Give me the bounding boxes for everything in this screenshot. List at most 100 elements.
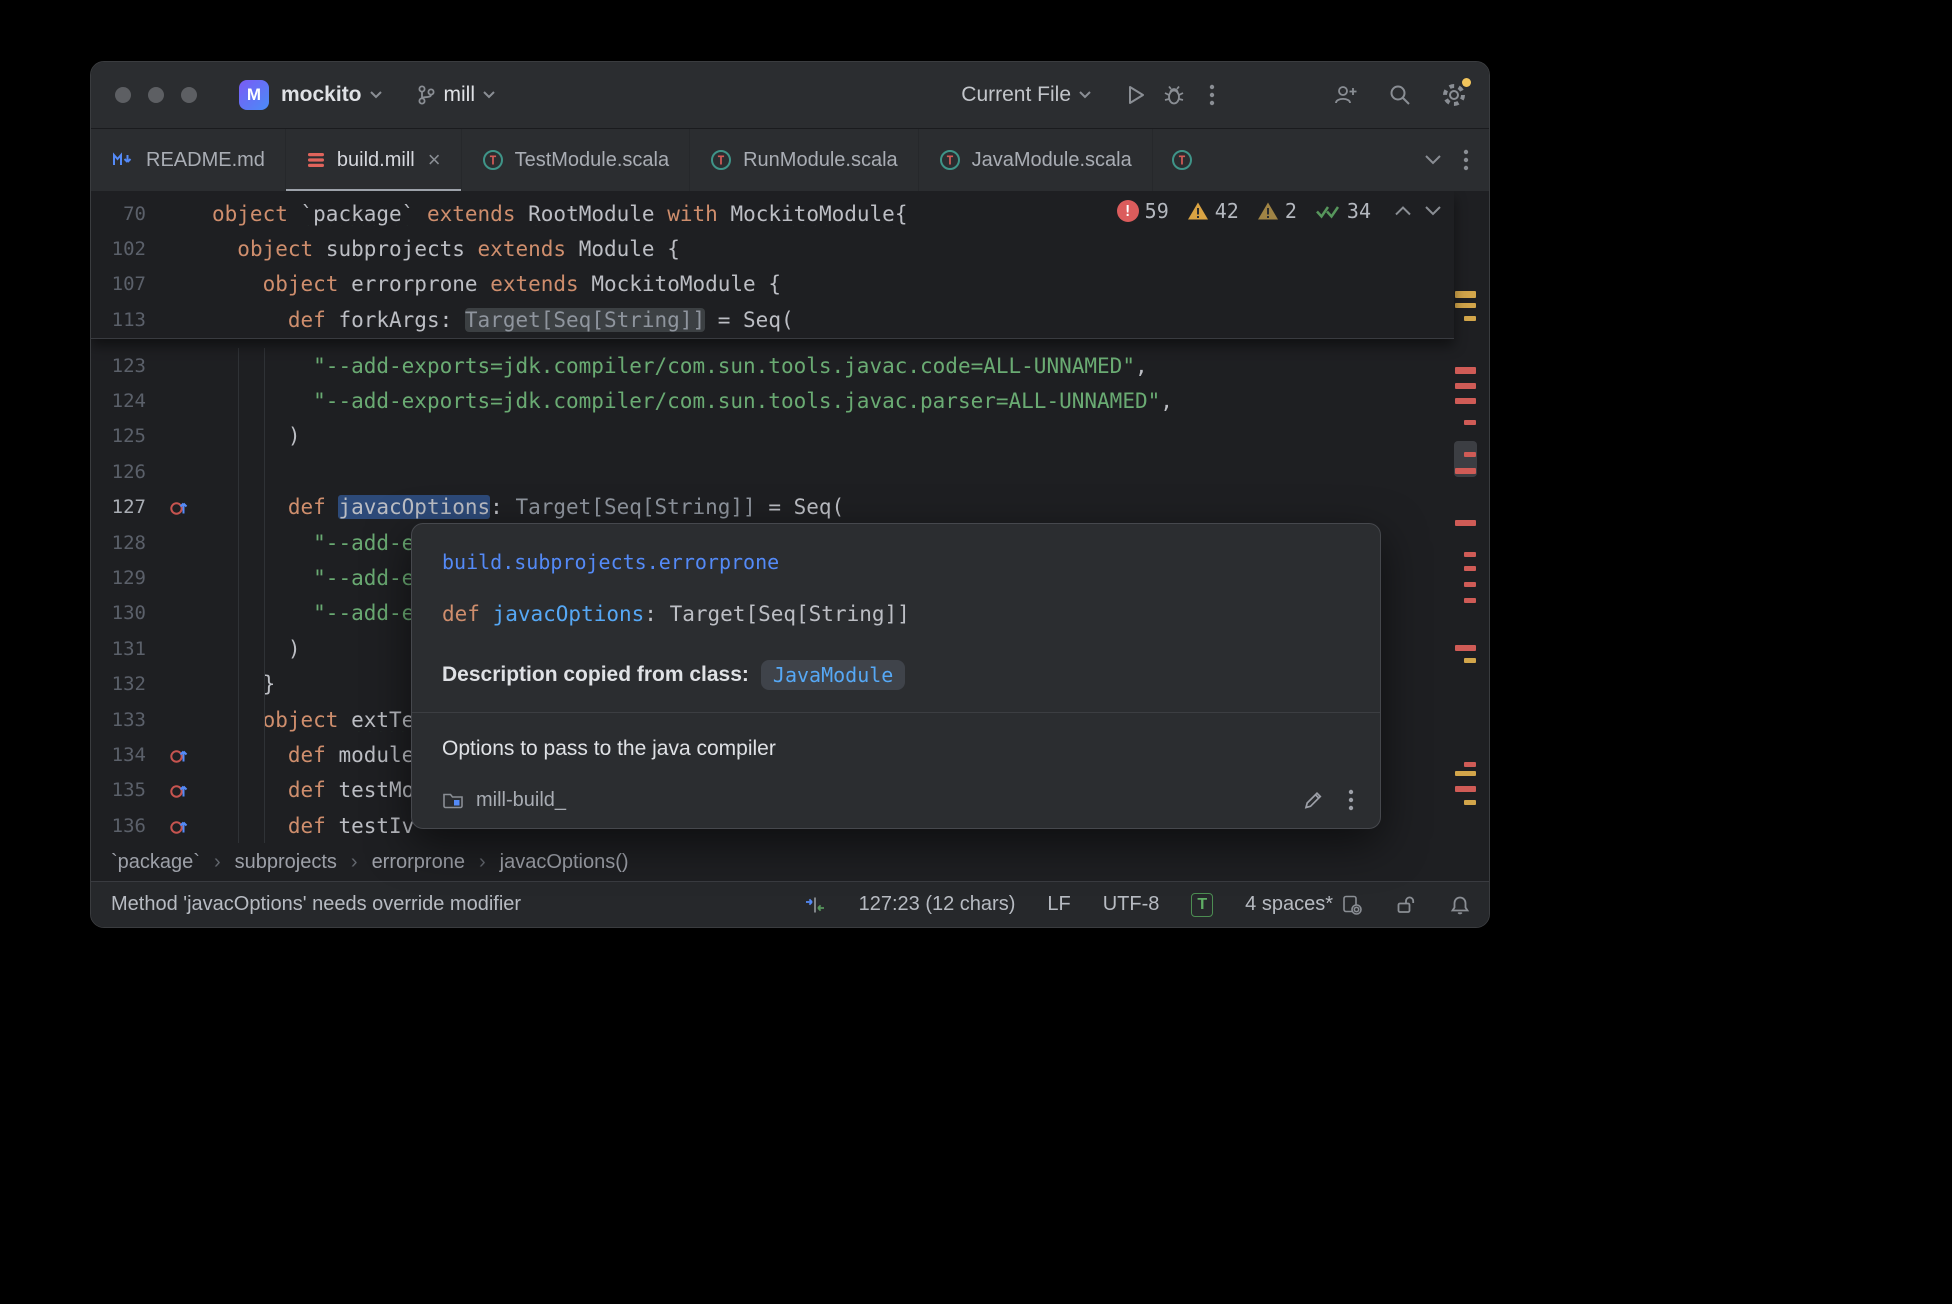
stripe-mark-red[interactable] — [1464, 762, 1476, 767]
override-gutter-icon[interactable] — [146, 497, 212, 517]
minimize-window-button[interactable] — [148, 87, 164, 103]
stripe-mark-red[interactable] — [1464, 566, 1476, 571]
override-gutter-icon[interactable] — [146, 745, 212, 765]
doc-class-badge[interactable]: JavaModule — [761, 660, 905, 690]
tab-options-kebab-icon[interactable] — [1463, 148, 1469, 172]
code-text: object subprojects extends Module { — [212, 237, 1454, 261]
edit-pencil-icon[interactable] — [1302, 789, 1324, 811]
stripe-mark-yellow[interactable] — [1455, 303, 1476, 308]
code-token: extends — [427, 202, 516, 226]
stripe-mark-yellow[interactable] — [1455, 771, 1476, 776]
project-chevron-down-icon[interactable] — [370, 91, 382, 99]
line-number: 107 — [91, 273, 146, 295]
code-token: = Seq( — [705, 308, 794, 332]
doc-divider — [412, 712, 1380, 713]
code-token: object — [237, 237, 326, 261]
stripe-mark-yellow[interactable] — [1464, 658, 1476, 663]
run-configuration-name: Current File — [961, 83, 1071, 107]
inspection-ok[interactable]: 34 — [1315, 199, 1371, 223]
indent-widget[interactable]: 4 spaces* — [1245, 893, 1363, 916]
debug-button[interactable] — [1155, 76, 1193, 114]
code-text: object errorprone extends MockitoModule … — [212, 272, 1454, 296]
tab-label: build.mill — [337, 149, 415, 172]
breadcrumb-item-errorprone[interactable]: errorprone — [372, 851, 465, 874]
tab-readme-md[interactable]: README.md — [91, 129, 286, 191]
caret-position-widget[interactable]: 127:23 (12 chars) — [859, 893, 1016, 916]
inspection-error[interactable]: !59 — [1117, 199, 1169, 223]
stripe-mark-yellow[interactable] — [1464, 800, 1476, 805]
inspection-warning[interactable]: 42 — [1187, 199, 1239, 223]
stripe-mark-red[interactable] — [1455, 786, 1476, 792]
project-avatar: M — [239, 80, 269, 110]
line-separator-widget[interactable]: LF — [1047, 893, 1070, 916]
code-token — [212, 354, 313, 378]
tab-partial[interactable]: T — [1153, 129, 1205, 191]
encoding-widget[interactable]: UTF-8 — [1103, 893, 1160, 916]
override-gutter-icon[interactable] — [146, 816, 212, 836]
stripe-mark-red[interactable] — [1455, 367, 1476, 374]
inspections-widget[interactable]: !59 42 2 34 — [1117, 199, 1441, 223]
search-everywhere-button[interactable] — [1381, 76, 1419, 114]
caret-navigation-icon[interactable] — [803, 895, 827, 915]
more-actions-button[interactable] — [1193, 76, 1231, 114]
breadcrumb-item-package[interactable]: `package` — [111, 851, 200, 874]
documentation-popup: build.subprojects.errorprone def javacOp… — [411, 523, 1381, 829]
prev-issue-chevron-up-icon[interactable] — [1395, 206, 1411, 216]
tab-build-mill[interactable]: build.mill × — [286, 129, 462, 191]
tab-testmodule-scala[interactable]: TTestModule.scala — [462, 129, 691, 191]
notifications-bell-icon[interactable] — [1449, 894, 1471, 916]
override-gutter-icon[interactable] — [146, 780, 212, 800]
tab-label: TestModule.scala — [515, 149, 670, 172]
inspection-weak-warning[interactable]: 2 — [1257, 199, 1297, 223]
code-token: module — [338, 743, 414, 767]
highlight-level-badge[interactable]: T — [1191, 893, 1213, 917]
code-token: "--add-e — [313, 531, 414, 555]
hidden-tabs-chevron-down-icon[interactable] — [1425, 155, 1441, 165]
code-token: RootModule — [528, 202, 654, 226]
stripe-mark-red[interactable] — [1464, 582, 1476, 587]
stripe-mark-red[interactable] — [1455, 520, 1476, 526]
lock-open-icon[interactable] — [1395, 894, 1417, 916]
error-stripe[interactable] — [1454, 191, 1477, 843]
stripe-mark-red[interactable] — [1455, 468, 1476, 474]
line-number: 133 — [91, 709, 146, 731]
close-tab-icon[interactable]: × — [428, 149, 441, 171]
code-token: with — [667, 202, 718, 226]
settings-button[interactable] — [1435, 76, 1473, 114]
stripe-mark-red[interactable] — [1464, 452, 1476, 457]
doc-qualifier-link[interactable]: build.subprojects.errorprone — [442, 550, 1350, 574]
tab-label: README.md — [146, 149, 265, 172]
run-button[interactable] — [1117, 76, 1155, 114]
code-token: extends — [478, 237, 579, 261]
stripe-mark-red[interactable] — [1464, 552, 1476, 557]
branch-name: mill — [444, 83, 476, 107]
code-token: "--add-exports=jdk.compiler/com.sun.tool… — [313, 354, 1135, 378]
stripe-mark-red[interactable] — [1455, 383, 1476, 389]
stripe-mark-red[interactable] — [1464, 598, 1476, 603]
code-token: MockitoModule { — [591, 272, 781, 296]
branch-chevron-down-icon — [483, 91, 495, 99]
titlebar-right-actions — [1327, 76, 1489, 114]
close-window-button[interactable] — [115, 87, 131, 103]
tab-runmodule-scala[interactable]: TRunModule.scala — [690, 129, 919, 191]
code-token: def — [288, 743, 339, 767]
line-number: 113 — [91, 309, 146, 331]
add-collaborator-button[interactable] — [1327, 76, 1365, 114]
stripe-mark-red[interactable] — [1455, 398, 1476, 404]
stripe-mark-red[interactable] — [1464, 420, 1476, 425]
run-configuration-selector[interactable]: Current File — [961, 83, 1091, 107]
code-token: Target[Seq[String]] — [465, 308, 705, 332]
code-token — [212, 531, 313, 555]
code-token: object — [212, 202, 301, 226]
doc-more-kebab-icon[interactable] — [1348, 788, 1354, 812]
breadcrumb-item-javacoptions[interactable]: javacOptions() — [500, 851, 629, 874]
breadcrumb-item-subprojects[interactable]: subprojects — [235, 851, 337, 874]
zoom-window-button[interactable] — [181, 87, 197, 103]
next-issue-chevron-down-icon[interactable] — [1425, 206, 1441, 216]
stripe-mark-yellow[interactable] — [1464, 316, 1476, 321]
vcs-widget[interactable]: mill — [416, 83, 496, 107]
stripe-mark-red[interactable] — [1455, 645, 1476, 651]
tab-javamodule-scala[interactable]: TJavaModule.scala — [919, 129, 1153, 191]
stripe-mark-yellow[interactable] — [1455, 291, 1476, 298]
project-name[interactable]: mockito — [281, 83, 362, 107]
